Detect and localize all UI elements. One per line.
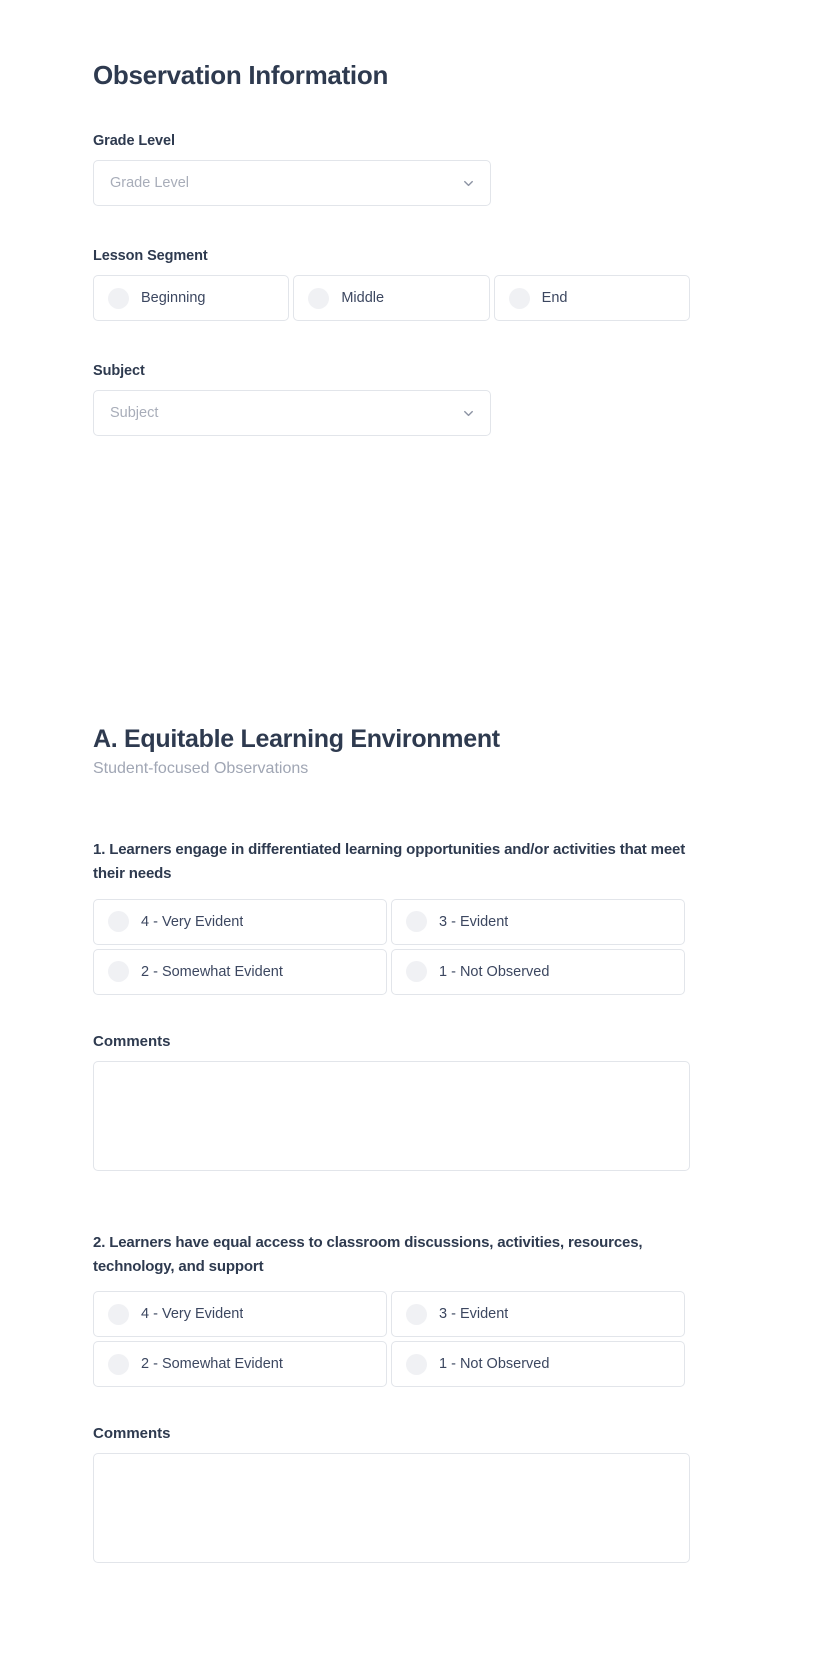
- radio-icon: [406, 911, 427, 933]
- option-label: 4 - Very Evident: [141, 913, 244, 930]
- lesson-segment-option-end[interactable]: End: [493, 275, 690, 321]
- observation-form-page: Observation Information Grade Level Grad…: [0, 0, 840, 1680]
- question-1-option-4[interactable]: 4 - Very Evident: [93, 898, 387, 945]
- question-2-option-4[interactable]: 4 - Very Evident: [93, 1291, 387, 1338]
- section-a-subtitle: Student-focused Observations: [93, 760, 309, 777]
- question-1-options: 4 - Very Evident 3 - Evident 2 - Somewha…: [93, 898, 690, 995]
- comments-label: Comments: [93, 1032, 171, 1050]
- section-a-title: A. Equitable Learning Environment: [93, 725, 500, 753]
- comments-textarea[interactable]: [93, 1060, 690, 1171]
- option-label: 1 - Not Observed: [439, 963, 550, 980]
- option-label: 1 - Not Observed: [439, 1356, 550, 1373]
- lesson-segment-option-middle[interactable]: Middle: [293, 275, 490, 321]
- option-label: End: [541, 290, 568, 306]
- question-2-option-3[interactable]: 3 - Evident: [391, 1291, 685, 1338]
- option-label: 2 - Somewhat Evident: [141, 1356, 283, 1373]
- question-item: 1. Learners engage in differentiated lea…: [93, 838, 690, 1171]
- question-2-option-1[interactable]: 1 - Not Observed: [391, 1341, 685, 1388]
- grade-level-field-group: Grade Level Grade Level: [93, 133, 690, 206]
- radio-icon: [108, 961, 129, 983]
- subject-field-group: Subject Subject: [93, 363, 690, 436]
- comments-label: Comments: [93, 1425, 171, 1443]
- radio-icon: [108, 287, 129, 309]
- lesson-segment-option-beginning[interactable]: Beginning: [93, 275, 290, 321]
- radio-icon: [108, 1353, 129, 1375]
- question-1-option-2[interactable]: 2 - Somewhat Evident: [93, 948, 387, 995]
- radio-icon: [308, 287, 330, 309]
- radio-icon: [108, 911, 129, 933]
- grade-level-select[interactable]: Grade Level: [93, 160, 491, 206]
- grade-level-label: Grade Level: [93, 133, 175, 149]
- radio-icon: [406, 1303, 427, 1325]
- subject-select[interactable]: Subject: [93, 390, 491, 436]
- form-content: Observation Information Grade Level Grad…: [93, 0, 690, 1564]
- page-title: Observation Information: [93, 60, 389, 90]
- section-a-header: A. Equitable Learning Environment Studen…: [93, 724, 690, 778]
- chevron-down-icon: [461, 406, 476, 421]
- option-label: 3 - Evident: [439, 913, 509, 930]
- question-1-option-1[interactable]: 1 - Not Observed: [391, 948, 685, 995]
- question-text: 2. Learners have equal access to classro…: [93, 1233, 643, 1275]
- comments-textarea[interactable]: [93, 1453, 690, 1564]
- question-2-option-2[interactable]: 2 - Somewhat Evident: [93, 1341, 387, 1388]
- option-label: Beginning: [141, 290, 206, 306]
- option-label: 2 - Somewhat Evident: [141, 963, 283, 980]
- subject-label: Subject: [93, 363, 145, 379]
- question-item: 2. Learners have equal access to classro…: [93, 1231, 690, 1564]
- radio-icon: [508, 287, 530, 309]
- option-label: 3 - Evident: [439, 1306, 509, 1323]
- radio-icon: [406, 961, 427, 983]
- lesson-segment-label: Lesson Segment: [93, 248, 208, 264]
- option-label: Middle: [341, 290, 385, 306]
- radio-icon: [406, 1353, 427, 1375]
- lesson-segment-options: Beginning Middle End: [93, 275, 690, 321]
- subject-placeholder: Subject: [110, 405, 159, 421]
- lesson-segment-field-group: Lesson Segment Beginning Middle End: [93, 248, 690, 321]
- question-2-options: 4 - Very Evident 3 - Evident 2 - Somewha…: [93, 1291, 690, 1388]
- option-label: 4 - Very Evident: [141, 1306, 244, 1323]
- chevron-down-icon: [461, 176, 476, 191]
- question-text: 1. Learners engage in differentiated lea…: [93, 841, 686, 883]
- question-1-option-3[interactable]: 3 - Evident: [391, 898, 685, 945]
- grade-level-placeholder: Grade Level: [110, 175, 189, 191]
- radio-icon: [108, 1303, 129, 1325]
